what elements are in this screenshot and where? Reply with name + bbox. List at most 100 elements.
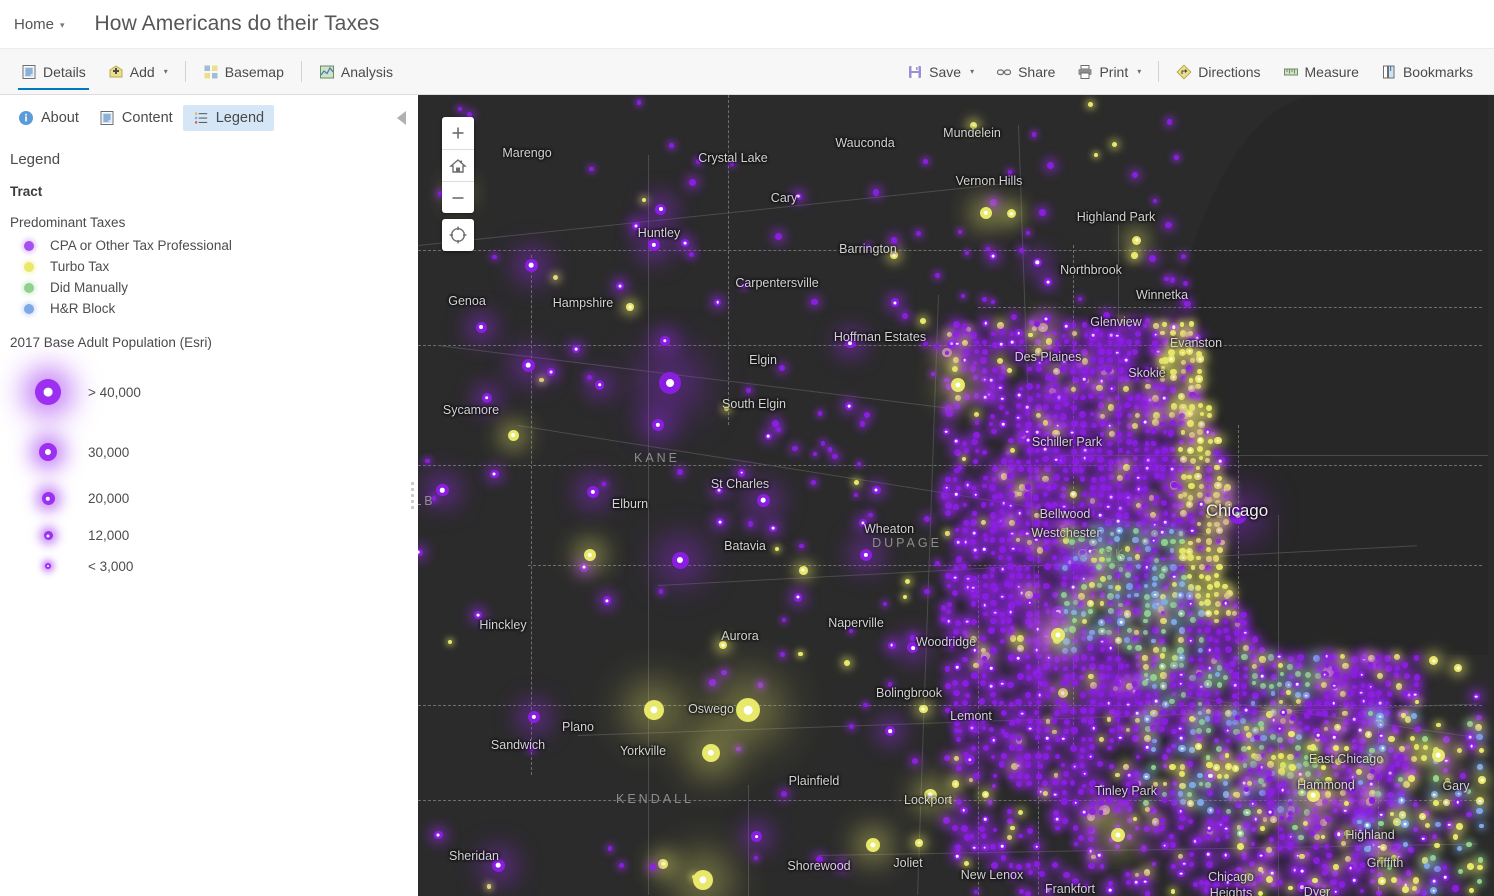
map-data-point [1378, 732, 1385, 739]
map-data-point [1243, 822, 1250, 829]
map-data-point [1277, 806, 1284, 813]
map-data-point [1134, 495, 1139, 500]
map-data-point [1098, 619, 1105, 626]
map-data-point [988, 377, 995, 384]
map-data-point [1321, 765, 1326, 770]
map-data-point [1431, 791, 1438, 798]
map-canvas[interactable]: MarengoCrystal LakeWaucondaMundeleinVern… [418, 95, 1494, 896]
map-data-point [1161, 557, 1166, 562]
map-data-point [1135, 718, 1140, 723]
map-data-point [1115, 594, 1120, 599]
map-data-point [1103, 312, 1110, 319]
map-data-point [1091, 384, 1097, 390]
map-data-point [944, 494, 949, 499]
map-data-point [1026, 863, 1031, 868]
map-data-point [1136, 663, 1140, 667]
tab-about-label: About [41, 110, 79, 126]
map-data-point [1143, 744, 1150, 751]
map-data-point [1171, 744, 1175, 748]
map-data-point [1452, 885, 1458, 891]
map-data-point [988, 800, 992, 804]
map-data-point [1046, 338, 1052, 344]
map-data-point [1205, 716, 1211, 722]
map-data-point [1045, 414, 1050, 419]
map-view[interactable]: MarengoCrystal LakeWaucondaMundeleinVern… [418, 95, 1494, 896]
main-toolbar: Details Add ▾ Basemap [0, 48, 1494, 95]
directions-button[interactable]: Directions [1165, 49, 1271, 94]
map-data-point [991, 551, 995, 555]
map-data-point [923, 341, 928, 346]
map-data-point [1252, 881, 1256, 885]
map-data-point [696, 159, 700, 163]
map-data-point [1161, 629, 1167, 635]
tab-about[interactable]: About [8, 105, 89, 131]
map-data-point [1054, 710, 1060, 716]
map-data-point [1171, 482, 1178, 489]
map-data-point [1184, 301, 1190, 307]
map-data-point [1351, 716, 1358, 723]
measure-button[interactable]: Measure [1272, 49, 1370, 94]
map-data-point [1187, 338, 1194, 345]
share-button[interactable]: Share [985, 49, 1066, 94]
map-data-point [1163, 339, 1168, 344]
map-data-point [1268, 747, 1274, 753]
map-data-point [1117, 421, 1121, 425]
bookmarks-button[interactable]: Bookmarks [1370, 49, 1484, 94]
details-button[interactable]: Details [10, 49, 97, 94]
map-data-point [975, 420, 980, 425]
map-data-point [990, 692, 996, 698]
map-data-point [1225, 646, 1232, 653]
map-data-point [1331, 752, 1337, 758]
print-button[interactable]: Print ▾ [1066, 49, 1152, 94]
map-data-point [1206, 513, 1211, 518]
zoom-out-button[interactable] [442, 181, 474, 213]
save-button[interactable]: Save ▾ [896, 49, 985, 94]
map-data-point [1051, 483, 1057, 489]
map-data-point [1035, 348, 1042, 355]
map-data-point [1089, 368, 1095, 374]
map-data-point [982, 726, 986, 730]
map-data-point [1073, 664, 1077, 668]
collapse-panel-arrow[interactable] [397, 111, 406, 125]
map-data-point [1071, 405, 1077, 411]
tab-content[interactable]: Content [89, 105, 183, 131]
tab-legend[interactable]: Legend [183, 105, 274, 131]
add-button[interactable]: Add ▾ [97, 49, 179, 94]
map-data-point [1206, 728, 1211, 733]
map-data-point [988, 665, 995, 672]
map-data-point [998, 842, 1005, 849]
map-data-point [1305, 682, 1310, 687]
map-data-point [1043, 638, 1050, 645]
legend-size-row: < 3,000 [8, 552, 404, 580]
map-data-point [1364, 822, 1371, 829]
map-data-point [1073, 825, 1078, 830]
map-data-point [1090, 656, 1095, 661]
map-data-point [1162, 519, 1169, 526]
map-data-point [1081, 367, 1088, 374]
panel-splitter[interactable] [406, 95, 418, 896]
basemap-button[interactable]: Basemap [192, 49, 295, 94]
map-data-point [1080, 421, 1087, 428]
map-data-point [1399, 746, 1405, 752]
map-data-point [1063, 468, 1068, 473]
map-data-point [1198, 403, 1203, 408]
map-data-point [1420, 835, 1427, 842]
map-data-point [1199, 564, 1205, 570]
map-data-point [1280, 816, 1284, 820]
home-menu[interactable]: Home ▾ [14, 16, 65, 33]
map-data-point [1061, 358, 1068, 365]
map-data-point [608, 846, 613, 851]
city-label: Hampshire [553, 296, 613, 310]
map-data-point [951, 378, 965, 392]
map-data-point [1060, 413, 1067, 420]
map-data-point [1127, 818, 1132, 823]
map-data-point [1150, 710, 1157, 717]
zoom-in-button[interactable] [442, 117, 474, 149]
locate-button[interactable] [442, 219, 474, 251]
map-data-point [1124, 610, 1131, 617]
analysis-button[interactable]: Analysis [308, 49, 404, 94]
map-data-point [1333, 808, 1338, 813]
home-button[interactable] [442, 149, 474, 181]
legend-size-label: 12,000 [88, 528, 129, 543]
map-data-point [595, 380, 605, 390]
